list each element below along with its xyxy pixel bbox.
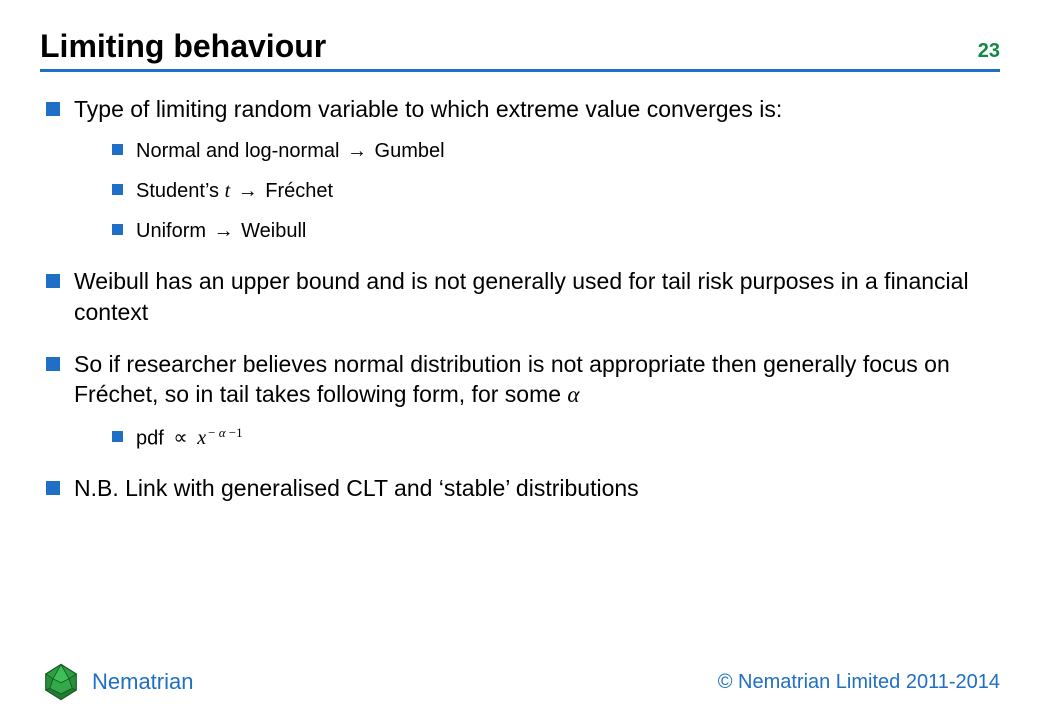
bullet-item: So if researcher believes normal distrib… [40, 349, 1000, 451]
page-number: 23 [978, 40, 1000, 63]
slide-title: Limiting behaviour [40, 28, 326, 65]
sub-bullet-text: Weibull [236, 220, 307, 242]
arrow-icon: → [236, 180, 260, 202]
math-base-x: x [197, 427, 206, 449]
bullet-text: So if researcher believes normal distrib… [74, 351, 950, 407]
sub-bullet-list: Normal and log-normal → Gumbel Student’s… [108, 138, 1000, 244]
bullet-text: N.B. Link with generalised CLT and ‘stab… [74, 475, 639, 501]
sub-bullet-item: Student’s t → Fréchet [108, 178, 1000, 204]
sub-bullet-list: pdf ∝ x− α −1 [108, 425, 1000, 452]
brand: Nematrian [40, 662, 193, 702]
math-italic-alpha: α [567, 382, 579, 407]
sub-bullet-text: Student’s [136, 180, 225, 202]
sub-bullet-text: Fréchet [260, 180, 333, 202]
pdf-label: pdf [136, 427, 169, 449]
sub-bullet-text: Normal and log-normal [136, 140, 345, 162]
sub-bullet-text: Uniform [136, 220, 212, 242]
math-exponent: − α −1 [208, 425, 243, 440]
bullet-text: Type of limiting random variable to whic… [74, 96, 782, 122]
pdf-formula: x− α −1 [197, 427, 242, 449]
copyright-text: © Nematrian Limited 2011-2014 [718, 671, 1000, 694]
slide-header: Limiting behaviour 23 [40, 28, 1000, 72]
sub-bullet-item: Uniform → Weibull [108, 218, 1000, 244]
sub-bullet-item: pdf ∝ x− α −1 [108, 425, 1000, 452]
bullet-text: Weibull has an upper bound and is not ge… [74, 268, 969, 324]
proportional-icon: ∝ [169, 427, 191, 449]
brand-logo-icon [40, 662, 82, 702]
brand-name: Nematrian [92, 669, 193, 695]
bullet-item: N.B. Link with generalised CLT and ‘stab… [40, 473, 1000, 503]
bullet-item: Type of limiting random variable to whic… [40, 94, 1000, 244]
sub-bullet-item: Normal and log-normal → Gumbel [108, 138, 1000, 164]
sub-bullet-text: Gumbel [369, 140, 445, 162]
arrow-icon: → [212, 220, 236, 242]
slide-footer: Nematrian © Nematrian Limited 2011-2014 [0, 662, 1040, 702]
arrow-icon: → [345, 140, 369, 162]
bullet-item: Weibull has an upper bound and is not ge… [40, 266, 1000, 327]
bullet-list: Type of limiting random variable to whic… [40, 94, 1000, 504]
slide: Limiting behaviour 23 Type of limiting r… [0, 0, 1040, 720]
